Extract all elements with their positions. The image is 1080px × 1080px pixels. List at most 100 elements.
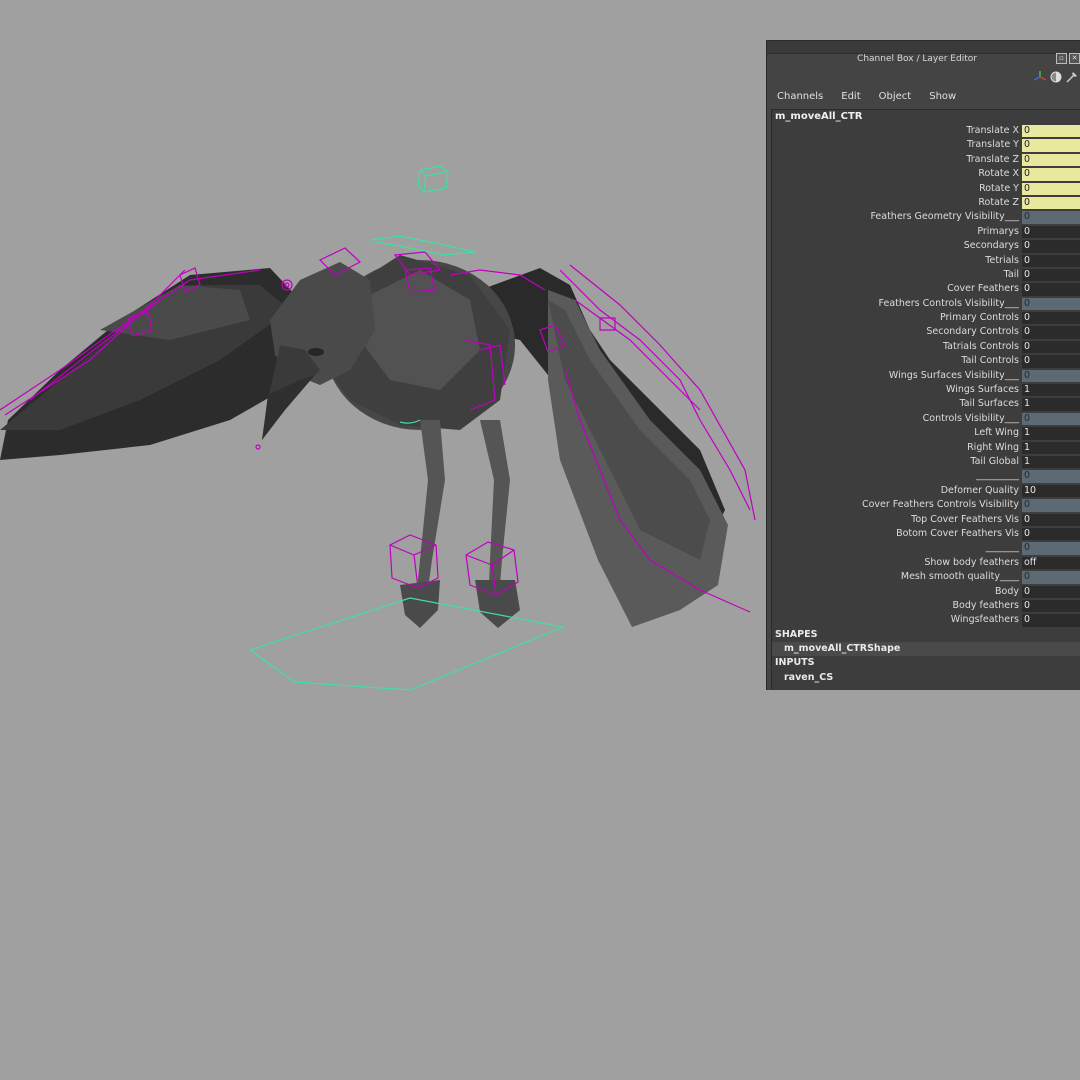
channel-row[interactable]: Translate X0 bbox=[772, 124, 1080, 138]
channel-label[interactable]: Primarys bbox=[977, 225, 1019, 239]
channel-value-field[interactable]: 0 bbox=[1022, 168, 1080, 181]
menu-show[interactable]: Show bbox=[919, 91, 964, 107]
channel-value-field[interactable]: 0 bbox=[1022, 571, 1080, 584]
channel-row[interactable]: Rotate Z0 bbox=[772, 196, 1080, 210]
object-name[interactable]: m_moveAll_CTR bbox=[772, 110, 1080, 124]
channel-row[interactable]: Tail 0 bbox=[772, 268, 1080, 282]
channel-row[interactable]: Tail Global 1 bbox=[772, 455, 1080, 469]
channel-box-panel[interactable]: Channel Box / Layer Editor ▫ ✕ Channels … bbox=[766, 40, 1080, 690]
channel-value-field[interactable]: 0 bbox=[1022, 542, 1080, 555]
channel-label[interactable]: Primary Controls bbox=[940, 311, 1019, 325]
channel-value-field[interactable]: 0 bbox=[1022, 283, 1080, 296]
pin-icon[interactable] bbox=[1066, 71, 1078, 83]
channel-label[interactable]: Secondarys bbox=[964, 239, 1019, 253]
shading-icon[interactable] bbox=[1050, 71, 1062, 83]
channel-label[interactable]: Show body feathers bbox=[924, 556, 1019, 570]
channel-value-field[interactable]: 0 bbox=[1022, 139, 1080, 152]
channel-label[interactable]: Controls Visibility___ bbox=[923, 412, 1019, 426]
channel-value-field[interactable]: 0 bbox=[1022, 297, 1080, 311]
channel-label[interactable]: Feathers Geometry Visibility___ bbox=[870, 210, 1019, 224]
channel-row[interactable]: Translate Z0 bbox=[772, 153, 1080, 167]
channel-row[interactable]: Translate Y0 bbox=[772, 138, 1080, 152]
channel-value-field[interactable]: 0 bbox=[1022, 599, 1080, 613]
channel-value-field[interactable]: 0 bbox=[1022, 182, 1080, 195]
channel-label[interactable]: Cover Feathers bbox=[947, 282, 1019, 296]
channel-row[interactable]: Tatrials Controls 0 bbox=[772, 340, 1080, 354]
channel-row[interactable]: _______ 0 bbox=[772, 541, 1080, 555]
channel-row[interactable]: Mesh smooth quality____ 0 bbox=[772, 570, 1080, 584]
channel-label[interactable]: Translate Y bbox=[967, 138, 1019, 152]
channel-label[interactable]: Rotate X bbox=[978, 167, 1019, 181]
channel-label[interactable]: Left Wing bbox=[974, 426, 1019, 440]
channel-row[interactable]: Cover Feathers Controls Visibility 0 bbox=[772, 498, 1080, 512]
channel-value-field[interactable]: 0 bbox=[1022, 369, 1080, 383]
channel-value-field[interactable]: 0 bbox=[1022, 125, 1080, 138]
channel-row[interactable]: Right Wing 1 bbox=[772, 441, 1080, 455]
channel-value-field[interactable]: 0 bbox=[1022, 470, 1080, 483]
channel-row[interactable]: Defomer Quality 10 bbox=[772, 484, 1080, 498]
channel-label[interactable]: Rotate Y bbox=[979, 182, 1019, 196]
channel-row[interactable]: Tail Surfaces 1 bbox=[772, 397, 1080, 411]
channel-label[interactable]: Tail Surfaces bbox=[960, 397, 1020, 411]
channel-row[interactable]: Wingsfeathers 0 bbox=[772, 613, 1080, 627]
channel-value-field[interactable]: 0 bbox=[1022, 196, 1080, 210]
channel-row[interactable]: Controls Visibility___ 0 bbox=[772, 412, 1080, 426]
channel-value-field[interactable]: 0 bbox=[1022, 527, 1080, 541]
channel-label[interactable]: Secondary Controls bbox=[926, 325, 1019, 339]
channel-row[interactable]: _________ 0 bbox=[772, 469, 1080, 483]
channel-value-field[interactable]: 0 bbox=[1022, 225, 1080, 239]
channel-row[interactable]: Rotate Y0 bbox=[772, 182, 1080, 196]
channel-row[interactable]: Feathers Geometry Visibility___ 0 bbox=[772, 210, 1080, 224]
channel-label[interactable]: Defomer Quality bbox=[941, 484, 1019, 498]
close-icon[interactable]: ✕ bbox=[1069, 53, 1080, 64]
channel-value-field[interactable]: 0 bbox=[1022, 513, 1080, 526]
shape-node[interactable]: m_moveAll_CTRShape bbox=[772, 642, 1080, 657]
channel-row[interactable]: Left Wing 1 bbox=[772, 426, 1080, 440]
channel-row[interactable]: Primarys 0 bbox=[772, 225, 1080, 239]
channel-row[interactable]: Botom Cover Feathers Vis 0 bbox=[772, 527, 1080, 541]
channel-row[interactable]: Wings Surfaces 1 bbox=[772, 383, 1080, 397]
channel-value-field[interactable]: 0 bbox=[1022, 499, 1080, 512]
channel-label[interactable]: Feathers Controls Visibility___ bbox=[879, 297, 1019, 311]
channel-label[interactable]: Wingsfeathers bbox=[951, 613, 1019, 627]
channel-value-field[interactable]: 0 bbox=[1022, 312, 1080, 325]
channel-label[interactable]: Rotate Z bbox=[978, 196, 1019, 210]
channel-label[interactable]: Tail Global bbox=[970, 455, 1019, 469]
channel-row[interactable]: Feathers Controls Visibility___ 0 bbox=[772, 297, 1080, 311]
channel-value-field[interactable]: 0 bbox=[1022, 268, 1080, 282]
channel-row[interactable]: Tetrials 0 bbox=[772, 254, 1080, 268]
channel-value-field[interactable]: 1 bbox=[1022, 455, 1080, 469]
channel-row[interactable]: Rotate X0 bbox=[772, 167, 1080, 181]
menu-channels[interactable]: Channels bbox=[767, 91, 831, 107]
channel-row[interactable]: Top Cover Feathers Vis 0 bbox=[772, 513, 1080, 527]
channel-value-field[interactable]: 1 bbox=[1022, 398, 1080, 411]
channel-label[interactable]: Tail Controls bbox=[961, 354, 1019, 368]
channel-label[interactable]: Mesh smooth quality____ bbox=[901, 570, 1019, 584]
channel-value-field[interactable]: 1 bbox=[1022, 427, 1080, 440]
channel-label[interactable]: Wings Surfaces bbox=[946, 383, 1019, 397]
channel-row[interactable]: Primary Controls 0 bbox=[772, 311, 1080, 325]
channel-label[interactable]: Top Cover Feathers Vis bbox=[911, 513, 1019, 527]
channel-label[interactable]: Tail bbox=[1004, 268, 1019, 282]
channel-value-field[interactable]: 1 bbox=[1022, 384, 1080, 397]
float-icon[interactable]: ▫ bbox=[1056, 53, 1067, 64]
channel-label[interactable]: Body bbox=[995, 585, 1019, 599]
menu-edit[interactable]: Edit bbox=[831, 91, 868, 107]
channel-row[interactable]: Secondary Controls 0 bbox=[772, 325, 1080, 339]
channel-row[interactable]: Tail Controls 0 bbox=[772, 354, 1080, 368]
axis-icon[interactable] bbox=[1034, 71, 1046, 83]
channel-label[interactable]: Tatrials Controls bbox=[943, 340, 1019, 354]
channel-row[interactable]: Cover Feathers 0 bbox=[772, 282, 1080, 296]
channel-value-field[interactable]: 0 bbox=[1022, 153, 1080, 167]
channel-value-field[interactable]: 1 bbox=[1022, 441, 1080, 454]
channel-row[interactable]: Wings Surfaces Visibility___ 0 bbox=[772, 369, 1080, 383]
channel-value-field[interactable]: 0 bbox=[1022, 355, 1080, 368]
channel-label[interactable]: Translate X bbox=[966, 124, 1019, 138]
channel-row[interactable]: Body 0 bbox=[772, 585, 1080, 599]
channel-label[interactable]: Translate Z bbox=[966, 153, 1019, 167]
channel-label[interactable]: _________ bbox=[976, 469, 1019, 483]
channel-value-field[interactable]: 0 bbox=[1022, 254, 1080, 267]
channel-value-field[interactable]: off bbox=[1022, 556, 1080, 570]
channel-label[interactable]: Wings Surfaces Visibility___ bbox=[889, 369, 1019, 383]
channel-value-field[interactable]: 0 bbox=[1022, 211, 1080, 224]
